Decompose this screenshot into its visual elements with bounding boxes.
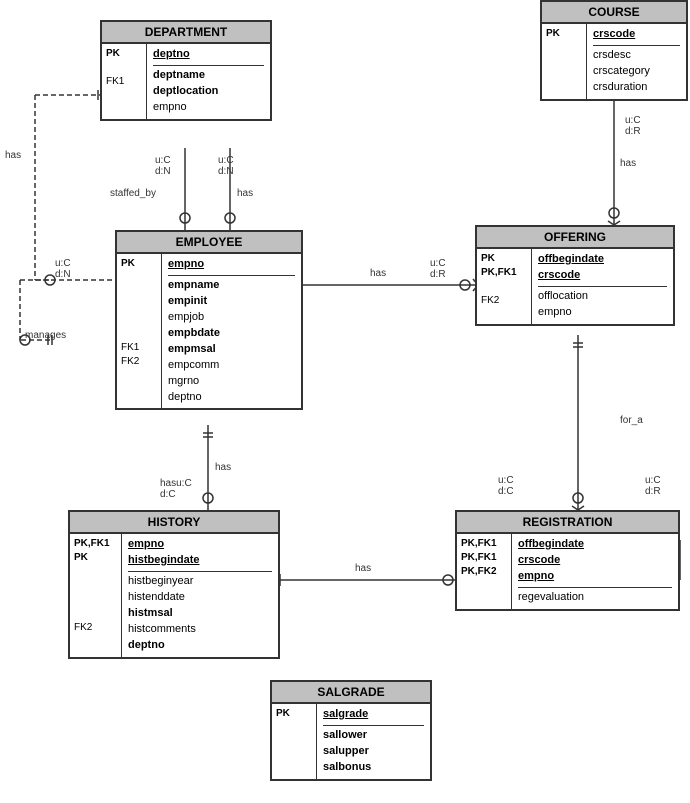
dept-pk-label: PK — [106, 47, 142, 61]
emp-pk-label: PK — [121, 257, 157, 271]
history-fk2-label: FK2 — [74, 621, 117, 635]
emp-attr-empjob: empjob — [168, 310, 295, 326]
offering-attr-crscode: crscode — [538, 268, 667, 284]
history-attr-histcomments: histcomments — [128, 622, 272, 638]
uc-dn-dept-left: u:Cd:N — [155, 155, 171, 177]
entity-offering: OFFERING PK PK,FK1 FK2 offbegindate crsc… — [475, 225, 675, 326]
offering-attr-offlocation: offlocation — [538, 289, 667, 305]
history-attr-histbeginyear: histbeginyear — [128, 574, 272, 590]
reg-spacer — [461, 579, 507, 593]
history-attr-histbegindate: histbegindate — [128, 553, 272, 569]
emp-spacer2 — [121, 285, 157, 299]
course-attr-crscode: crscode — [593, 27, 680, 43]
entity-registration: REGISTRATION PK,FK1 PK,FK1 PK,FK2 offbeg… — [455, 510, 680, 611]
label-staffed-by: staffed_by — [110, 188, 156, 199]
emp-spacer3 — [121, 299, 157, 313]
entity-registration-title: REGISTRATION — [457, 512, 678, 534]
history-pk-label: PK — [74, 551, 117, 565]
entity-salgrade: SALGRADE PK salgrade sallower salupper s… — [270, 680, 432, 781]
emp-attr-empcomm: empcomm — [168, 358, 295, 374]
entity-employee: EMPLOYEE PK FK1 FK2 empno empname empini… — [115, 230, 303, 410]
label-manages: manages — [25, 330, 66, 341]
reg-attr-offbegindate: offbegindate — [518, 537, 672, 553]
history-spacer3 — [74, 593, 117, 607]
course-pk-label: PK — [546, 27, 582, 41]
sal-attr-salgrade: salgrade — [323, 707, 424, 723]
dept-attr-empno: empno — [153, 100, 264, 116]
uc-dc-history: hasu:Cd:C — [160, 478, 192, 500]
history-spacer1 — [74, 565, 117, 579]
reg-pkfk1-label1: PK,FK1 — [461, 537, 507, 551]
entity-employee-title: EMPLOYEE — [117, 232, 301, 254]
offering-attr-empno: empno — [538, 305, 667, 321]
uc-dn-left: u:Cd:N — [55, 258, 71, 280]
course-attr-crsdesc: crsdesc — [593, 48, 680, 64]
entity-department-title: DEPARTMENT — [102, 22, 270, 44]
entity-salgrade-title: SALGRADE — [272, 682, 430, 704]
emp-fk2-label: FK2 — [121, 355, 157, 369]
sal-pk-label: PK — [276, 707, 312, 721]
history-spacer2 — [74, 579, 117, 593]
dept-attr-deptname: deptname — [153, 68, 264, 84]
offering-spacer — [481, 280, 527, 294]
entity-department: DEPARTMENT PK FK1 deptno deptname deptlo… — [100, 20, 272, 121]
entity-offering-title: OFFERING — [477, 227, 673, 249]
label-has-top: has — [5, 150, 21, 161]
emp-attr-empmsal: empmsal — [168, 342, 295, 358]
history-attr-histmsal: histmsal — [128, 606, 272, 622]
entity-course-title: COURSE — [542, 2, 686, 24]
reg-pkfk2-label: PK,FK2 — [461, 565, 507, 579]
history-spacer4 — [74, 607, 117, 621]
history-attr-deptno: deptno — [128, 638, 272, 654]
label-has-dept: has — [237, 188, 253, 199]
offering-fk2-label: FK2 — [481, 294, 527, 308]
sal-attr-salbonus: salbonus — [323, 760, 424, 776]
label-for-a: for_a — [620, 415, 643, 426]
label-has-course: has — [620, 158, 636, 169]
sal-spacer — [276, 721, 312, 735]
entity-course: COURSE PK crscode crsdesc crscategory cr… — [540, 0, 688, 101]
entity-history: HISTORY PK,FK1 PK FK2 empno histbegindat… — [68, 510, 280, 659]
dept-attr-deptlocation: deptlocation — [153, 84, 264, 100]
offering-attr-offbegindate: offbegindate — [538, 252, 667, 268]
emp-spacer1 — [121, 271, 157, 285]
course-spacer — [546, 41, 582, 55]
emp-fk1-label: FK1 — [121, 341, 157, 355]
emp-attr-empbdate: empbdate — [168, 326, 295, 342]
label-has-history-reg: has — [355, 563, 371, 574]
history-attr-histenddate: histenddate — [128, 590, 272, 606]
emp-attr-mgrno: mgrno — [168, 374, 295, 390]
history-attr-empno: empno — [128, 537, 272, 553]
reg-pkfk1-label2: PK,FK1 — [461, 551, 507, 565]
uc-dr-course: u:Cd:R — [625, 115, 641, 137]
emp-attr-empinit: empinit — [168, 294, 295, 310]
dept-fk1-label: FK1 — [106, 75, 142, 89]
uc-dc-reg-left: u:Cd:C — [498, 475, 514, 497]
label-has-emp-history: has — [215, 462, 231, 473]
reg-attr-regevaluation: regevaluation — [518, 590, 672, 606]
entity-history-title: HISTORY — [70, 512, 278, 534]
emp-spacer4 — [121, 313, 157, 327]
uc-dr-offering: u:Cd:R — [430, 258, 446, 280]
dept-attr-deptno: deptno — [153, 47, 264, 63]
emp-spacer5 — [121, 327, 157, 341]
emp-attr-empname: empname — [168, 278, 295, 294]
sal-attr-salupper: salupper — [323, 744, 424, 760]
label-has-emp-offering: has — [370, 268, 386, 279]
course-attr-crscategory: crscategory — [593, 64, 680, 80]
emp-attr-empno: empno — [168, 257, 295, 273]
sal-attr-sallower: sallower — [323, 728, 424, 744]
history-pkfk1-label: PK,FK1 — [74, 537, 117, 551]
uc-dr-reg-right: u:Cd:R — [645, 475, 661, 497]
offering-pk-fk1-label: PK,FK1 — [481, 266, 527, 280]
dept-pk-spacer — [106, 61, 142, 75]
erd-diagram: staffed_by has has manages has has for_a… — [0, 0, 690, 803]
reg-attr-crscode: crscode — [518, 553, 672, 569]
offering-pk-label1: PK — [481, 252, 527, 266]
emp-attr-deptno: deptno — [168, 390, 295, 406]
uc-dn-dept-right: u:Cd:N — [218, 155, 234, 177]
course-attr-crsduration: crsduration — [593, 80, 680, 96]
reg-attr-empno: empno — [518, 569, 672, 585]
